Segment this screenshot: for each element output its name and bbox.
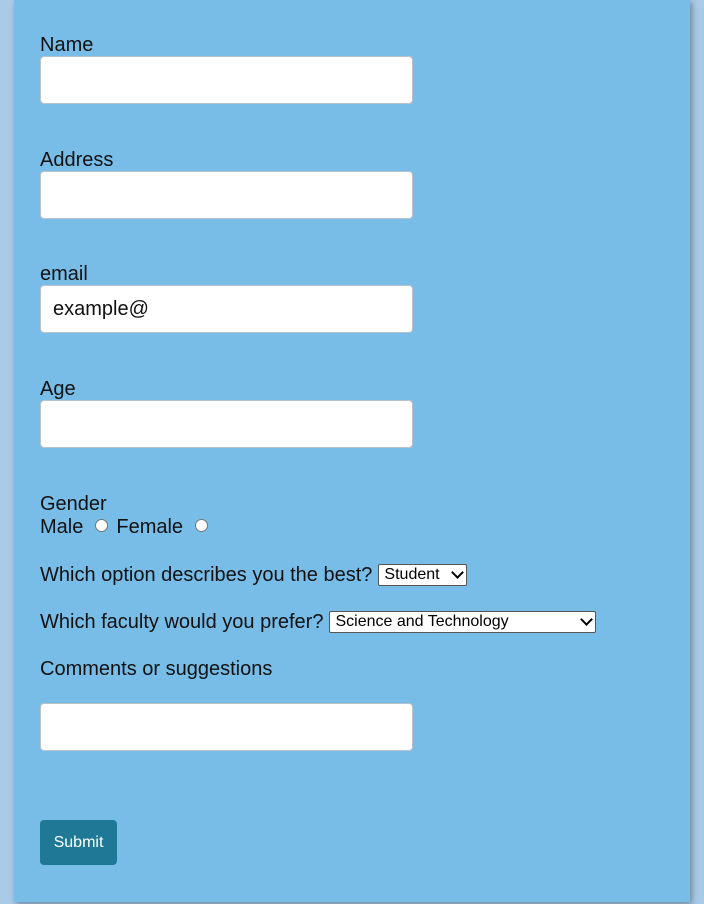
name-label: Name	[40, 34, 94, 56]
age-label: Age	[40, 378, 76, 400]
comments-input[interactable]	[40, 703, 413, 751]
faculty-question: Which faculty would you prefer?	[40, 611, 324, 633]
email-label: email	[40, 263, 88, 285]
faculty-row: Which faculty would you prefer? Science …	[40, 610, 597, 634]
occupation-row: Which option describes you the best? Stu…	[40, 563, 468, 587]
form-card: Name Address email Age Gender Male Femal…	[14, 0, 690, 902]
name-input[interactable]	[40, 56, 413, 104]
gender-options: Male Female	[40, 515, 214, 539]
gender-option-male-label: Male	[40, 516, 84, 538]
gender-radio-male[interactable]	[95, 518, 109, 532]
address-label: Address	[40, 149, 114, 171]
occupation-select-value: Student	[384, 566, 440, 583]
gender-option-female-label: Female	[116, 516, 184, 538]
comments-label: Comments or suggestions	[40, 658, 273, 680]
chevron-down-icon	[580, 612, 594, 626]
address-input[interactable]	[40, 171, 413, 219]
faculty-select-value: Science and Technology	[335, 613, 509, 630]
occupation-select[interactable]: Student	[378, 564, 468, 586]
gender-radio-female[interactable]	[195, 518, 209, 532]
occupation-question: Which option describes you the best?	[40, 564, 373, 586]
age-input[interactable]	[40, 400, 413, 448]
faculty-select[interactable]: Science and Technology	[329, 611, 597, 633]
submit-button[interactable]: Submit	[40, 820, 117, 865]
gender-label: Gender	[40, 493, 107, 515]
chevron-down-icon	[451, 565, 465, 579]
email-input[interactable]	[40, 285, 413, 333]
